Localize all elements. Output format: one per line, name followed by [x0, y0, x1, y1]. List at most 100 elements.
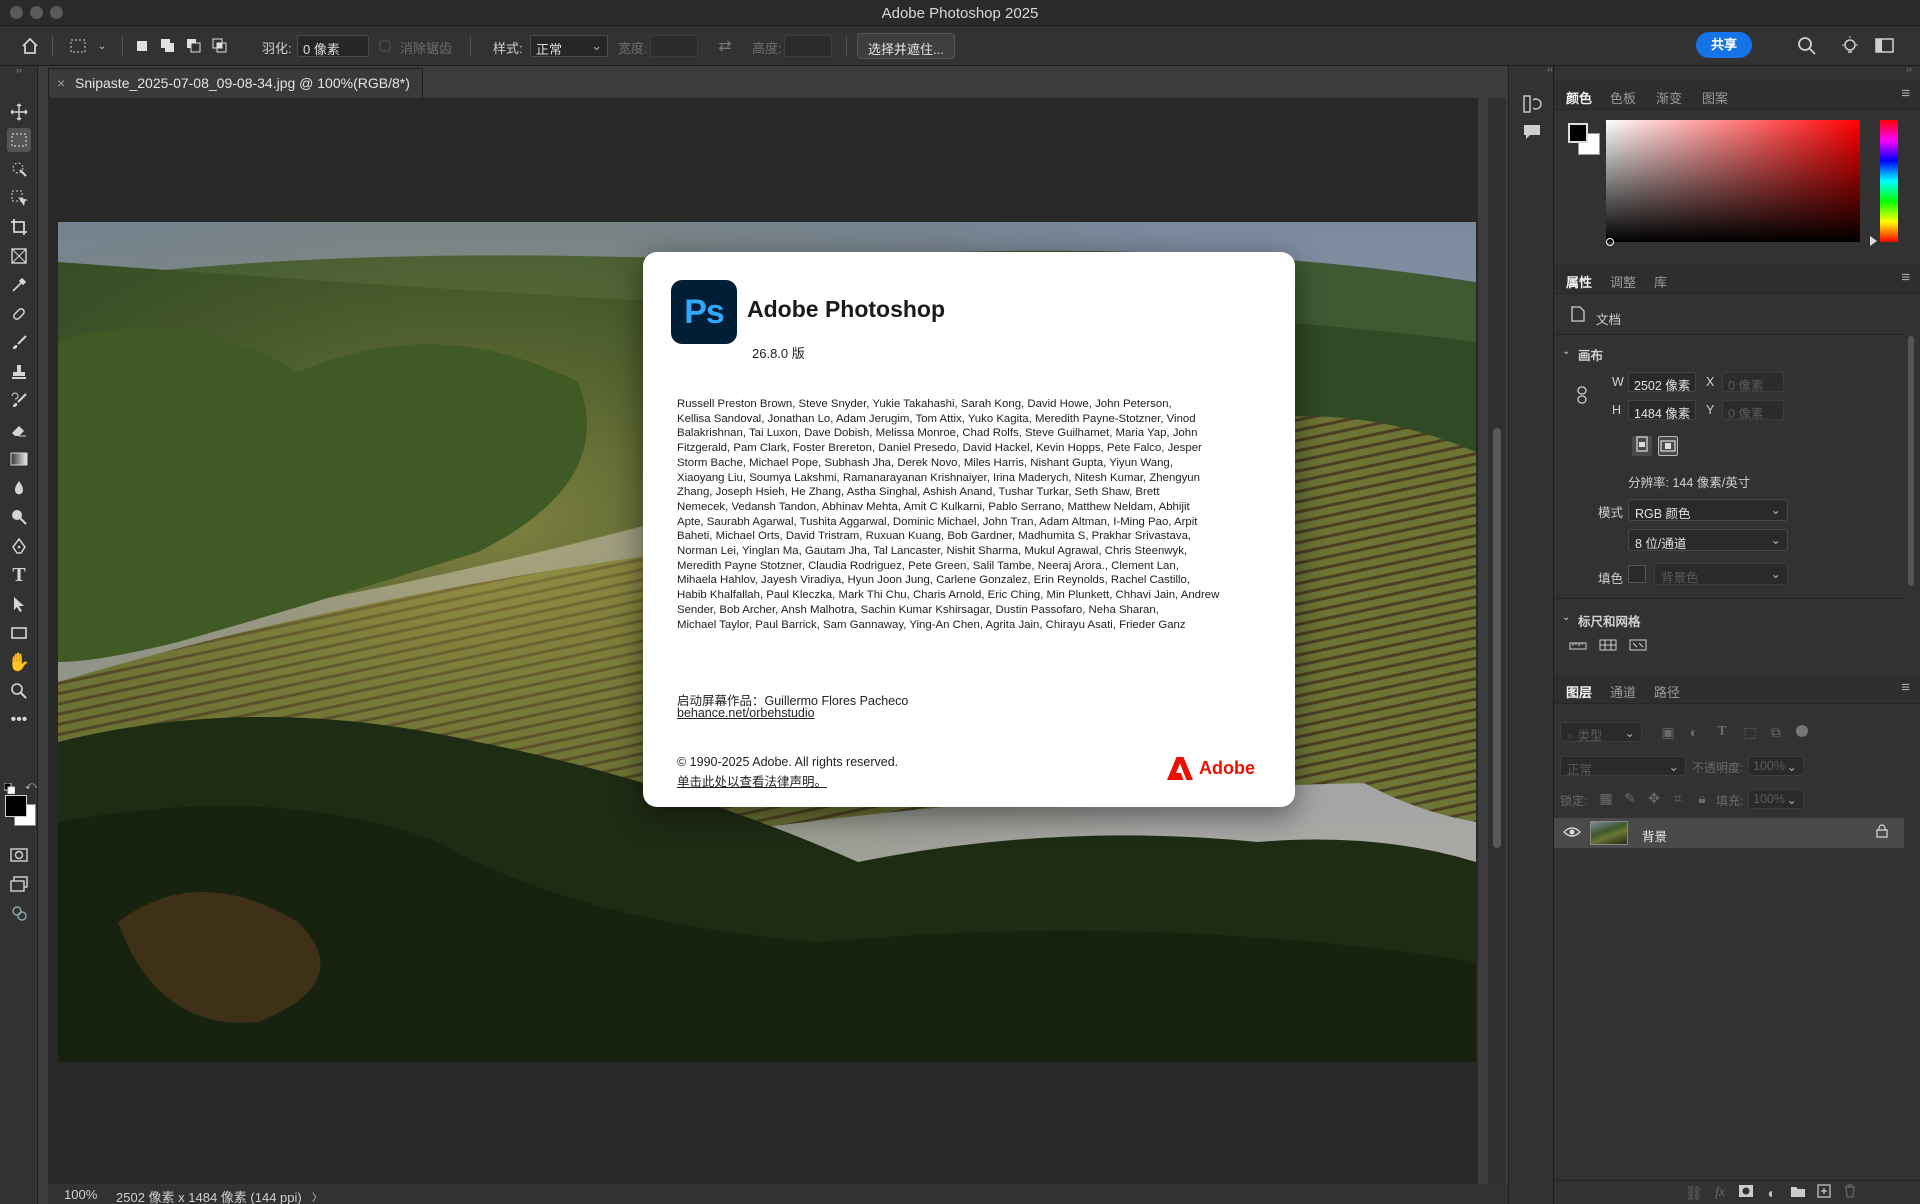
frame-tool-icon[interactable] — [7, 244, 31, 268]
layer-name[interactable]: 背景 — [1642, 826, 1667, 845]
swap-arrows-icon[interactable]: ⇄ — [713, 34, 737, 58]
quick-selection-tool-icon[interactable] — [7, 186, 31, 210]
add-mask-icon[interactable] — [1736, 1183, 1756, 1203]
panel-menu-icon[interactable]: ≡ — [1901, 679, 1910, 696]
link-layers-icon[interactable]: ⛓ — [1684, 1183, 1704, 1203]
chevron-down-icon[interactable]: ⌄ — [1562, 612, 1570, 623]
object-selection-tool-icon[interactable] — [7, 157, 31, 181]
tab-swatches[interactable]: 色板 — [1610, 88, 1636, 107]
comments-panel-icon[interactable] — [1521, 122, 1543, 144]
clone-stamp-tool-icon[interactable] — [7, 360, 31, 384]
status-menu-arrow[interactable]: 〉 — [312, 1189, 322, 1204]
about-dialog[interactable]: Ps Adobe Photoshop 26.8.0 版 Russell Pres… — [643, 252, 1295, 807]
opacity-input[interactable]: 100% ⌄ — [1748, 756, 1804, 776]
layer-lock-icon[interactable] — [1872, 823, 1892, 843]
history-brush-tool-icon[interactable] — [7, 389, 31, 413]
tab-channels[interactable]: 通道 — [1610, 682, 1636, 701]
rectangular-marquee-icon[interactable] — [66, 34, 90, 58]
properties-scrollbar[interactable] — [1908, 336, 1914, 586]
tab-properties[interactable]: 属性 — [1566, 272, 1592, 291]
filter-smart-objects-icon[interactable]: ⧉ — [1766, 722, 1786, 742]
brush-tool-icon[interactable] — [7, 331, 31, 355]
rulers-grid-section-title[interactable]: 标尺和网格 — [1578, 611, 1641, 630]
lock-position-icon[interactable]: ✥ — [1644, 788, 1664, 808]
discover-lightbulb-icon[interactable] — [1839, 35, 1861, 57]
new-group-icon[interactable] — [1788, 1183, 1808, 1203]
width-input[interactable] — [650, 35, 698, 57]
filter-toggle[interactable] — [1796, 725, 1808, 737]
document-tab[interactable]: × Snipaste_2025-07-08_09-08-34.jpg @ 100… — [48, 68, 423, 98]
feather-input[interactable]: 0 像素 — [297, 35, 369, 57]
style-select[interactable]: 正常 ⌄ — [530, 35, 608, 57]
color-mode-select[interactable]: RGB 颜色 ⌄ — [1628, 499, 1788, 521]
layer-effects-icon[interactable]: fx — [1710, 1183, 1730, 1203]
canvas-section-title[interactable]: 画布 — [1578, 345, 1603, 364]
new-layer-icon[interactable] — [1814, 1183, 1834, 1203]
layer-filter-select[interactable]: ⌕ 类型 ⌄ — [1560, 722, 1642, 743]
gradient-tool-icon[interactable] — [7, 447, 31, 471]
edit-toolbar-icon[interactable] — [7, 901, 31, 925]
filter-pixel-layers-icon[interactable]: ▣ — [1658, 722, 1678, 742]
tab-color[interactable]: 颜色 — [1566, 88, 1592, 107]
vertical-scroll-thumb[interactable] — [1493, 428, 1501, 848]
lock-artboard-icon[interactable]: ⌗ — [1668, 788, 1688, 808]
delete-layer-icon[interactable] — [1840, 1183, 1860, 1203]
panel-menu-icon[interactable]: ≡ — [1901, 85, 1910, 102]
rectangular-marquee-tool-icon[interactable] — [7, 128, 31, 152]
fill-color-swatch[interactable] — [1628, 565, 1646, 583]
eye-visibility-icon[interactable] — [1562, 823, 1582, 843]
close-tab-icon[interactable]: × — [57, 75, 65, 91]
eyedropper-tool-icon[interactable] — [7, 273, 31, 297]
more-tools-icon[interactable]: ••• — [7, 708, 31, 732]
canvas-height-input[interactable]: 1484 像素 — [1628, 400, 1696, 421]
history-panel-icon[interactable] — [1521, 94, 1543, 116]
legal-notices-link[interactable]: 单击此处以查看法律声明。 — [677, 771, 827, 790]
tab-layers[interactable]: 图层 — [1566, 682, 1592, 701]
layer-row[interactable]: 背景 — [1554, 818, 1904, 848]
height-input[interactable] — [784, 35, 832, 57]
color-picker-field[interactable] — [1606, 120, 1860, 246]
canvas-y-input[interactable]: 0 像素 — [1722, 400, 1784, 421]
tab-adjustments[interactable]: 调整 — [1610, 272, 1636, 291]
grid-icon[interactable] — [1598, 636, 1618, 656]
lock-image-pixels-icon[interactable]: ✎ — [1620, 788, 1640, 808]
bit-depth-select[interactable]: 8 位/通道 ⌄ — [1628, 529, 1788, 551]
canvas-x-input[interactable]: 0 像素 — [1722, 372, 1784, 393]
link-chain-icon[interactable] — [1572, 386, 1592, 406]
share-button[interactable]: 共享 — [1696, 32, 1752, 58]
hue-slider-handle[interactable] — [1870, 236, 1877, 246]
eraser-tool-icon[interactable] — [7, 418, 31, 442]
type-tool-icon[interactable]: T — [7, 563, 31, 587]
portrait-orientation-icon[interactable] — [1632, 436, 1652, 456]
anti-alias-checkbox[interactable] — [378, 34, 392, 58]
fill-select[interactable]: 背景色 ⌄ — [1654, 563, 1788, 585]
new-selection-icon[interactable] — [130, 34, 154, 58]
ruler-icon[interactable] — [1568, 636, 1588, 656]
spot-healing-brush-icon[interactable] — [7, 302, 31, 326]
hue-slider[interactable] — [1880, 120, 1898, 242]
landscape-orientation-icon[interactable] — [1658, 436, 1678, 456]
subtract-from-selection-icon[interactable] — [182, 34, 206, 58]
add-to-selection-icon[interactable] — [156, 34, 180, 58]
hand-tool-icon[interactable]: ✋ — [7, 650, 31, 674]
tab-patterns[interactable]: 图案 — [1702, 88, 1728, 107]
fg-bg-swatches[interactable] — [1568, 123, 1602, 157]
collapse-panels-right-icon[interactable]: ›› — [1906, 64, 1912, 74]
blend-mode-select[interactable]: 正常 ⌄ — [1560, 756, 1686, 777]
pen-tool-icon[interactable] — [7, 534, 31, 558]
chevron-down-icon[interactable]: ⌄ — [1562, 346, 1570, 357]
foreground-color-swatch[interactable] — [5, 795, 27, 817]
collapse-toolbar-icon[interactable]: ›› — [7, 64, 31, 76]
lock-all-icon[interactable]: 🔒︎ — [1692, 788, 1712, 808]
new-adjustment-layer-icon[interactable]: ◐ — [1762, 1183, 1782, 1203]
zoom-tool-icon[interactable] — [7, 679, 31, 703]
blur-tool-icon[interactable] — [7, 476, 31, 500]
vertical-scrollbar[interactable] — [1488, 98, 1506, 1184]
filter-type-layers-icon[interactable]: T — [1712, 722, 1732, 742]
guides-icon[interactable] — [1628, 636, 1648, 656]
fill-input[interactable]: 100% ⌄ — [1748, 789, 1804, 809]
swap-colors-icon[interactable]: ⤺ — [25, 780, 37, 792]
workspace-layout-icon[interactable] — [1874, 36, 1896, 56]
chevron-down-icon[interactable]: ⌄ — [90, 34, 114, 58]
home-icon[interactable] — [18, 34, 42, 58]
